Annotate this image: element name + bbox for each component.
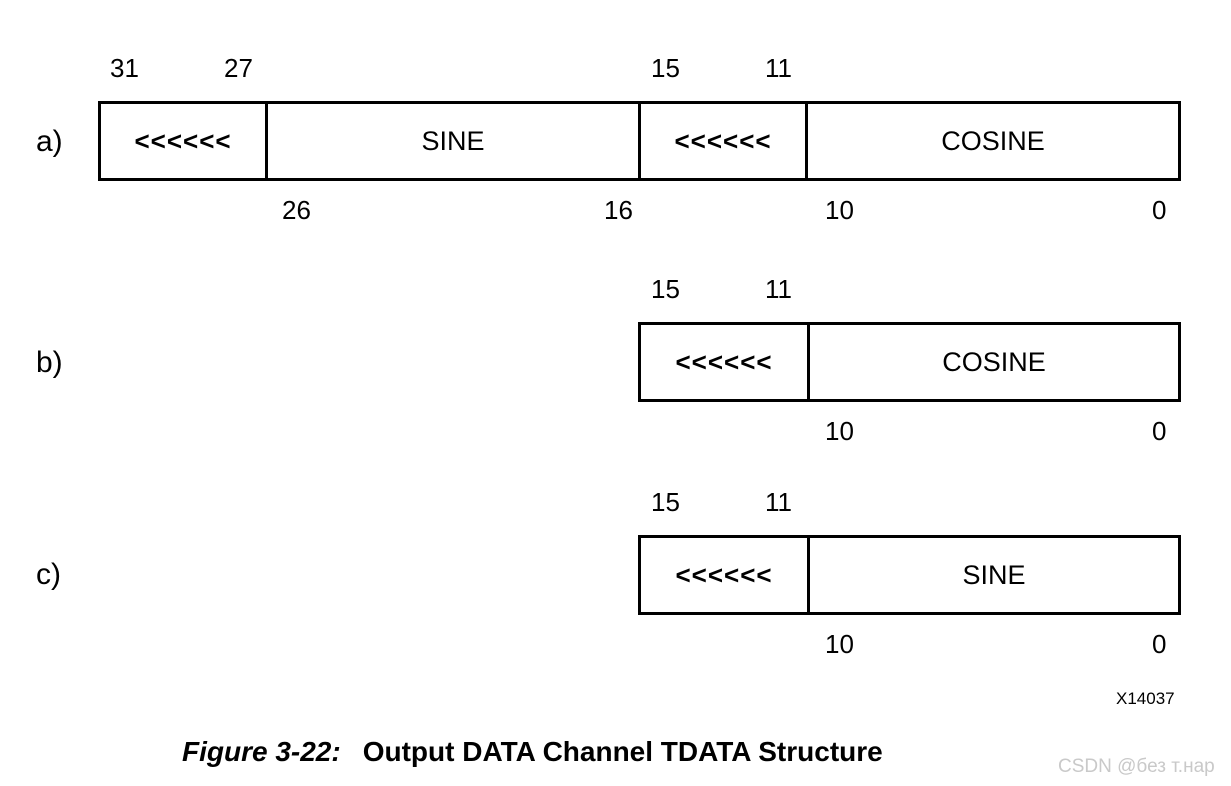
bitfield-cell-a-sine: SINE [268,104,641,178]
bitfield-cell-c-sine: SINE [962,559,1026,590]
row-label-b: b) [36,346,63,379]
bit-tick-b-bottom-0: 0 [1152,416,1167,446]
bitfield-bar-a: <<<<<< SINE <<<<<< COSINE [98,101,1181,181]
bitfield-cell-b-reserved: <<<<<< [641,325,811,399]
bit-tick-b-top-15: 15 [651,274,680,304]
bit-tick-c-bottom-0: 0 [1152,629,1167,659]
figure-caption-title: Output DATA Channel TDATA Structure [362,736,883,767]
bit-tick-c-bottom-10: 10 [825,629,854,659]
figure-caption-number: Figure 3-22: [182,736,341,767]
bit-tick-a-bottom-0: 0 [1152,195,1167,225]
bit-tick-a-bottom-16: 16 [604,195,633,225]
bit-tick-a-bottom-26: 26 [282,195,311,225]
bitfield-cell-a-reserved-lo: <<<<<< [641,104,809,178]
bit-tick-a-top-31: 31 [110,53,139,83]
figure-code: X14037 [1116,689,1175,708]
bit-tick-a-top-27: 27 [224,53,253,83]
row-label-c: c) [36,558,61,591]
bit-tick-a-bottom-10: 10 [825,195,854,225]
figure-caption: Figure 3-22: Output DATA Channel TDATA St… [182,738,883,766]
bitfield-bar-b: <<<<<< COSINE [638,322,1181,402]
bit-tick-a-top-15: 15 [651,53,680,83]
bitfield-cell-c-reserved: <<<<<< [641,538,811,612]
bit-tick-b-top-11: 11 [765,274,792,304]
figure-canvas: a) 31 27 15 11 <<<<<< SINE <<<<<< COSINE… [0,0,1231,786]
bit-tick-c-top-15: 15 [651,487,680,517]
bitfield-cell-a-reserved-hi: <<<<<< [101,104,269,178]
bit-tick-b-bottom-10: 10 [825,416,854,446]
row-label-a: a) [36,125,63,158]
bitfield-cell-a-cosine: COSINE [941,125,1045,156]
bit-tick-c-top-11: 11 [765,487,792,517]
csdn-watermark: CSDN @без т.нар [1058,756,1215,777]
bitfield-bar-c: <<<<<< SINE [638,535,1181,615]
bitfield-cell-b-cosine: COSINE [942,346,1046,377]
bit-tick-a-top-11: 11 [765,53,792,83]
